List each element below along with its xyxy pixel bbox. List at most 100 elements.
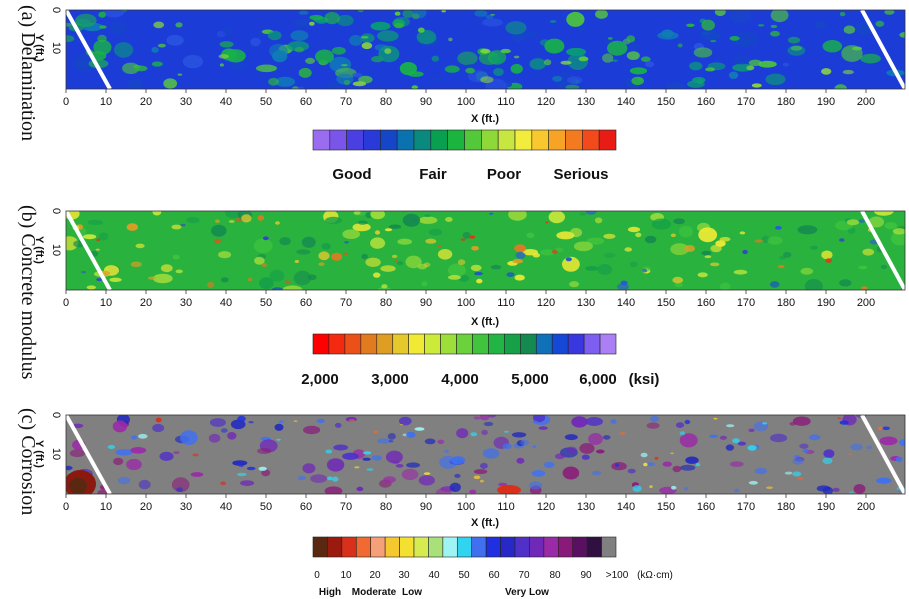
- panel-a-patch: [770, 30, 780, 37]
- panel-b-xtick-label: 150: [657, 297, 675, 309]
- panel-c-patch: [732, 438, 740, 444]
- panel-c-patch: [131, 435, 138, 440]
- panel-c-colorbar-swatch: [399, 536, 415, 558]
- panel-b-patch: [884, 222, 897, 230]
- panel-c-colorbar-swatch: [384, 536, 400, 558]
- panel-c-patch: [784, 471, 793, 475]
- panel-c-patch: [66, 465, 73, 471]
- panel-c-xtick-label: 100: [457, 501, 475, 513]
- panel-a-patch: [256, 64, 277, 73]
- panel-a-patch: [490, 14, 495, 16]
- panel-b-colorbar-swatch: [599, 333, 617, 355]
- panel-c-cat-high: High: [319, 587, 341, 598]
- panel-b-xtick-label: 160: [697, 297, 715, 309]
- panel-a-patch: [352, 81, 367, 87]
- panel-c-patch: [646, 422, 660, 429]
- panel-c-patch: [424, 438, 436, 445]
- panel-a-xtick-label: 0: [63, 96, 69, 108]
- panel-c-patch: [399, 424, 404, 426]
- panel-a-xtick-label: 30: [180, 96, 192, 108]
- panel-b-patch: [331, 252, 343, 261]
- panel-b-colorbar-swatch: [360, 333, 378, 355]
- panel-a-patch: [457, 51, 478, 66]
- panel-c-patch: [672, 465, 682, 473]
- panel-a-patch: [349, 35, 363, 46]
- panel-c-patch: [679, 431, 686, 436]
- panel-b-patch: [423, 262, 431, 268]
- panel-a-patch: [431, 55, 439, 62]
- panel-c-xtick-label: 190: [817, 501, 835, 513]
- panel-a-patch: [315, 49, 334, 64]
- panel-b-patch: [825, 258, 832, 263]
- panel-c-patch: [406, 431, 416, 438]
- panel-a-xtick-label: 90: [420, 96, 432, 108]
- panel-b-patch: [220, 277, 229, 283]
- panel-a-patch: [851, 46, 863, 51]
- panel-a-xtick-label: 130: [577, 96, 595, 108]
- panel-a-patch: [549, 20, 557, 23]
- panel-b-patch: [629, 261, 638, 268]
- panel-b-patch: [394, 259, 398, 263]
- panel-c-patch: [418, 475, 435, 486]
- panel-b-xtick-label: 100: [457, 297, 475, 309]
- panel-b-patch: [469, 235, 476, 239]
- panel-c-patch: [297, 475, 306, 481]
- panel-a-colorbar-swatch: [497, 129, 516, 151]
- panel-b-patch: [160, 264, 173, 273]
- panel-a-patch: [626, 35, 636, 43]
- panel-b-patch: [269, 269, 285, 282]
- panel-b-patch: [391, 254, 398, 259]
- panel-a-patch: [729, 36, 740, 41]
- panel-b-patch: [627, 226, 641, 233]
- panel-a-xtick-label: 50: [260, 96, 272, 108]
- panel-b-patch: [96, 238, 101, 242]
- panel-c-patch: [839, 420, 849, 425]
- panel-a-patch: [631, 76, 644, 86]
- panel-b-xtick-label: 70: [340, 297, 352, 309]
- panel-c-patch: [220, 428, 228, 433]
- panel-a-patch: [474, 10, 488, 17]
- panel-b-colorbar-swatch: [535, 333, 553, 355]
- panel-c-patch: [482, 448, 500, 459]
- panel-c-patch: [451, 456, 466, 465]
- panel-c-patch: [789, 421, 796, 426]
- panel-a-patch: [733, 55, 751, 65]
- panel-a-patch: [219, 41, 234, 48]
- panel-b-patch: [228, 220, 235, 223]
- panel-a-patch: [560, 60, 572, 65]
- panel-b-patch: [215, 219, 220, 223]
- panel-b-patch: [545, 221, 549, 224]
- panel-a-patch: [309, 21, 315, 26]
- panel-a-xtick-label: 200: [857, 96, 875, 108]
- panel-c-patch: [695, 463, 701, 467]
- panel-c-xtick-label: 10: [100, 501, 112, 513]
- panel-c-patch: [762, 422, 768, 425]
- panel-b-patch: [421, 281, 428, 287]
- panel-a-patch: [166, 34, 184, 46]
- panel-c-colorbar-ticks: 0 10 20 30 40 50 60 70 80 90 >100: [314, 570, 628, 581]
- panel-b-patch: [797, 225, 818, 235]
- panel-c-patch: [816, 485, 831, 492]
- panel-b-patch: [862, 248, 875, 256]
- panel-b: 0 10 Y (ft.) 0 10 20 30 40 50 60 70 80 90 100 110 12…: [33, 208, 906, 388]
- panel-b-patch: [247, 277, 253, 282]
- panel-a-patch: [298, 67, 312, 78]
- panel-c-patch: [879, 436, 898, 446]
- panel-a-patch: [790, 45, 803, 51]
- panel-b-patch: [839, 279, 852, 287]
- panel-b-patch: [474, 272, 483, 276]
- panel-b-cb-tick-2000: 2,000: [301, 371, 339, 388]
- panel-c-patch: [227, 432, 237, 440]
- panel-a-patch: [513, 55, 520, 59]
- panel-c-patch: [342, 452, 359, 460]
- panel-a-patch: [705, 67, 716, 72]
- panel-c-patch: [683, 487, 689, 491]
- panel-c-colorbar: [312, 536, 617, 558]
- panel-b-cb-tick-6000: 6,000: [579, 371, 617, 388]
- panel-c-xtick-label: 90: [420, 501, 432, 513]
- panel-a-patch: [595, 10, 608, 19]
- panel-b-patch: [418, 216, 438, 224]
- panel-b-patch: [767, 236, 783, 245]
- panel-b-ytick-10: 10: [50, 244, 62, 256]
- panel-c: 0 10 Y (ft.) 0 10 20 30 40 50 60 70 80 90 100 110 12…: [33, 412, 906, 598]
